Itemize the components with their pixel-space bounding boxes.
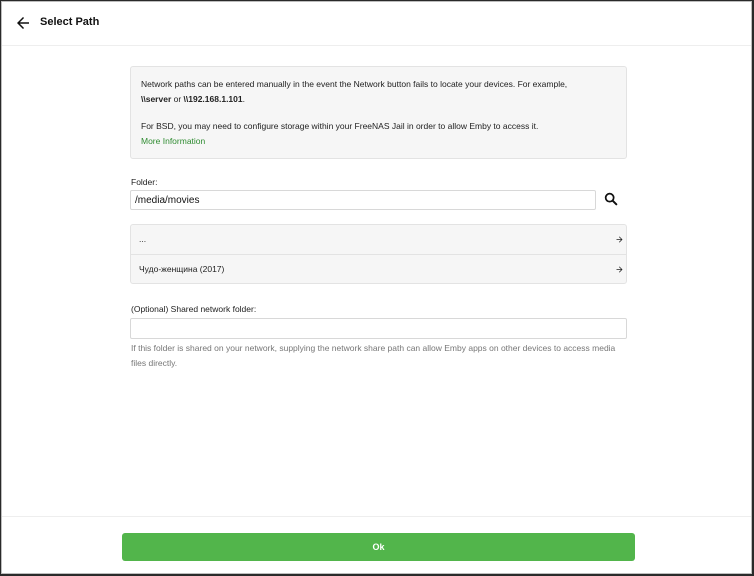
list-item[interactable]: ... (131, 225, 626, 254)
dialog-header: Select Path (2, 2, 751, 46)
shared-folder-label: (Optional) Shared network folder: (131, 304, 257, 314)
more-information-link[interactable]: More Information (141, 136, 205, 146)
list-item-label: Чудо-женщина (2017) (139, 264, 225, 274)
select-path-dialog: Select Path Network paths can be entered… (1, 1, 752, 574)
network-info-box: Network paths can be entered manually in… (130, 66, 627, 159)
folder-label: Folder: (131, 177, 158, 187)
example-ip: \\192.168.1.101 (183, 94, 243, 104)
search-icon[interactable] (603, 191, 619, 207)
list-item[interactable]: Чудо-женщина (2017) (131, 254, 626, 284)
dialog-footer: Ok (2, 516, 751, 573)
info-text-bsd: For BSD, you may need to configure stora… (141, 121, 539, 146)
folder-input[interactable] (130, 190, 596, 210)
arrow-right-icon (616, 236, 623, 243)
list-item-label: ... (139, 234, 147, 244)
arrow-left-icon[interactable] (14, 14, 32, 32)
info-text-network: Network paths can be entered manually in… (141, 79, 568, 104)
ok-button[interactable]: Ok (122, 533, 635, 561)
shared-folder-help: If this folder is shared on your network… (131, 343, 616, 368)
page-title: Select Path (40, 16, 100, 28)
shared-folder-input[interactable] (130, 318, 627, 339)
example-server: \\server (141, 94, 172, 104)
directory-list: ... Чудо-женщина (2017) (130, 224, 627, 284)
arrow-right-icon (616, 266, 623, 273)
